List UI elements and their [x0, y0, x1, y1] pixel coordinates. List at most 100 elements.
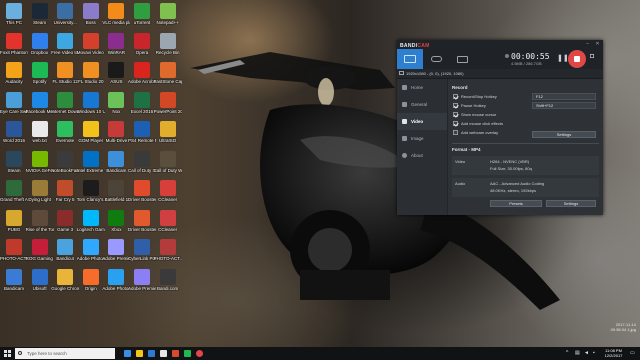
- desktop-shortcut[interactable]: NVIDIA GeForce...: [26, 150, 54, 178]
- stop-record-button[interactable]: [568, 50, 586, 68]
- taskbar-app-icon[interactable]: [196, 350, 203, 357]
- desktop-shortcut[interactable]: Adobe Acrobat DC: [128, 61, 156, 89]
- device-recording-mode-button[interactable]: [449, 49, 475, 69]
- desktop-shortcut[interactable]: Intel Extreme Tuning: [77, 150, 105, 178]
- desktop-shortcut[interactable]: Eye Care Switcher: [0, 91, 28, 119]
- desktop-shortcut[interactable]: Battlefield 1: [104, 179, 128, 207]
- screenshot-camera-button[interactable]: ◘: [590, 53, 599, 60]
- desktop-shortcut[interactable]: Adobe Photoshop: [102, 268, 130, 296]
- nav-general[interactable]: General: [397, 96, 447, 113]
- checkbox[interactable]: [453, 121, 458, 126]
- nav-image[interactable]: Image: [397, 130, 447, 147]
- desktop-shortcut[interactable]: Foxit PhantomPDF: [0, 32, 28, 60]
- desktop-shortcut[interactable]: PS4 Remote Play: [128, 120, 156, 148]
- screen-recording-mode-button[interactable]: [397, 49, 423, 69]
- nav-video[interactable]: Video: [397, 113, 447, 130]
- desktop-shortcut[interactable]: Evernote: [53, 120, 77, 148]
- desktop-shortcut[interactable]: uTorrent: [130, 2, 154, 30]
- desktop-shortcut[interactable]: Boss: [79, 2, 103, 30]
- desktop-shortcut[interactable]: FL Studio 20: [78, 61, 103, 89]
- language-icon[interactable]: ▪: [593, 351, 598, 356]
- checkbox[interactable]: [453, 130, 458, 135]
- notification-chevron-icon[interactable]: ^: [566, 351, 571, 356]
- close-button[interactable]: ✕: [593, 41, 602, 48]
- desktop-shortcut[interactable]: CCleaner: [156, 179, 180, 207]
- desktop-shortcut[interactable]: GOM Player: [78, 120, 103, 148]
- desktop-shortcut[interactable]: Dropbox: [28, 32, 52, 60]
- desktop-shortcut[interactable]: PowerPoint 2016: [154, 91, 182, 119]
- desktop-shortcut[interactable]: Adobe Premiere: [102, 238, 130, 266]
- record-hotkey-field[interactable]: F12: [532, 93, 596, 100]
- desktop-shortcut[interactable]: Spotify: [28, 61, 52, 89]
- start-button[interactable]: [4, 350, 11, 357]
- desktop-shortcut[interactable]: Opera: [130, 32, 154, 60]
- desktop-shortcut[interactable]: Nox: [104, 91, 128, 119]
- desktop-shortcut[interactable]: Bandicam: [2, 268, 26, 296]
- format-settings-button[interactable]: Settings: [546, 200, 596, 207]
- nav-about[interactable]: About: [397, 147, 447, 164]
- nav-home[interactable]: Home: [397, 79, 447, 96]
- desktop-shortcut[interactable]: Far Cry 5: [53, 179, 77, 207]
- desktop-shortcut[interactable]: Logitech Gaming: [77, 209, 105, 237]
- checkbox[interactable]: [453, 103, 458, 108]
- desktop-shortcut[interactable]: Steam: [2, 150, 26, 178]
- taskbar-app-icon[interactable]: [136, 350, 143, 357]
- desktop-shortcut[interactable]: Recycle Bin: [156, 32, 180, 60]
- desktop-shortcut[interactable]: University...: [53, 2, 77, 30]
- desktop-shortcut[interactable]: Excel 2016: [130, 91, 154, 119]
- desktop-shortcut[interactable]: Movavi Video Suite 17: [77, 32, 105, 60]
- pause-hotkey-field[interactable]: Shift+F12: [532, 102, 596, 109]
- desktop-shortcut[interactable]: Free Video to MP3 Conv...: [51, 32, 79, 60]
- taskbar-app-icon[interactable]: [172, 350, 179, 357]
- taskbar-app-icon[interactable]: [184, 350, 191, 357]
- taskbar-clock[interactable]: 11:08 PM 12/2/2017: [601, 348, 626, 358]
- desktop-shortcut[interactable]: Facebook Messenger: [26, 91, 54, 119]
- checkbox[interactable]: [453, 112, 458, 117]
- desktop-shortcut[interactable]: Audacity: [2, 61, 26, 89]
- taskbar-app-icon[interactable]: [148, 350, 155, 357]
- desktop-shortcut[interactable]: Ubisoft: [28, 268, 52, 296]
- checkbox[interactable]: [453, 94, 458, 99]
- taskbar-app-icon[interactable]: [124, 350, 131, 357]
- desktop-shortcut[interactable]: Driver Booster: [128, 179, 156, 207]
- desktop-shortcut[interactable]: Windows 10 Upgrade...: [77, 91, 105, 119]
- desktop-shortcut[interactable]: Word 2016: [2, 120, 26, 148]
- desktop-shortcut[interactable]: web.txt: [28, 120, 52, 148]
- desktop-shortcut[interactable]: Bandicam: [104, 150, 128, 178]
- desktop-shortcut[interactable]: VLC media player: [102, 2, 130, 30]
- desktop-shortcut[interactable]: WinRAR: [104, 32, 128, 60]
- desktop-shortcut[interactable]: Game 3: [53, 209, 77, 237]
- desktop-shortcut[interactable]: Origin: [79, 268, 103, 296]
- capture-target-bar[interactable]: 1920x1080 - (0, 0), (1920, 1080): [397, 69, 603, 79]
- action-center-icon[interactable]: ▭: [630, 351, 635, 356]
- desktop-shortcut[interactable]: Tom Clancy's...: [77, 179, 105, 207]
- desktop-shortcut[interactable]: Notepad++: [156, 2, 180, 30]
- desktop-shortcut[interactable]: Call of Duty Infinite...: [128, 150, 156, 178]
- desktop-shortcut[interactable]: Dying Light: [28, 179, 52, 207]
- desktop-shortcut[interactable]: Driver Booster 5: [128, 209, 156, 237]
- presets-button[interactable]: Presets: [490, 200, 542, 207]
- minimize-button[interactable]: –: [583, 41, 592, 48]
- desktop-shortcut[interactable]: PHOTO-ACT...: [0, 238, 28, 266]
- desktop-shortcut[interactable]: PUBG: [2, 209, 26, 237]
- desktop-shortcut[interactable]: Multi-Drive: [104, 120, 128, 148]
- desktop-shortcut[interactable]: FastStone Capture: [154, 61, 182, 89]
- desktop-shortcut[interactable]: ROG Gaming Center: [26, 238, 54, 266]
- desktop-shortcut[interactable]: Bandi.com: [156, 268, 180, 296]
- desktop-shortcut[interactable]: This PC: [2, 2, 26, 30]
- game-recording-mode-button[interactable]: [423, 49, 449, 69]
- desktop-shortcut[interactable]: NoteBookFan...: [51, 150, 79, 178]
- pause-button[interactable]: ❚❚: [557, 54, 569, 62]
- desktop-shortcut[interactable]: Bandicut: [53, 238, 77, 266]
- desktop-shortcut[interactable]: UltraISO: [156, 120, 180, 148]
- desktop-shortcut[interactable]: CyberLink PowerDVD: [128, 238, 156, 266]
- desktop-shortcut[interactable]: ASUS: [104, 61, 128, 89]
- taskbar-app-icon[interactable]: [160, 350, 167, 357]
- desktop-shortcut[interactable]: Adobe Premiere Pro: [128, 268, 156, 296]
- desktop-shortcut[interactable]: PHOTO-ACT...: [154, 238, 182, 266]
- desktop-shortcut[interactable]: Xbox: [104, 209, 128, 237]
- volume-icon[interactable]: ◄: [584, 351, 589, 356]
- desktop-shortcut[interactable]: Rise of the Tomb Raider: [26, 209, 54, 237]
- network-icon[interactable]: ▤: [575, 351, 580, 356]
- desktop-shortcut[interactable]: Adobe Photoshop: [77, 238, 105, 266]
